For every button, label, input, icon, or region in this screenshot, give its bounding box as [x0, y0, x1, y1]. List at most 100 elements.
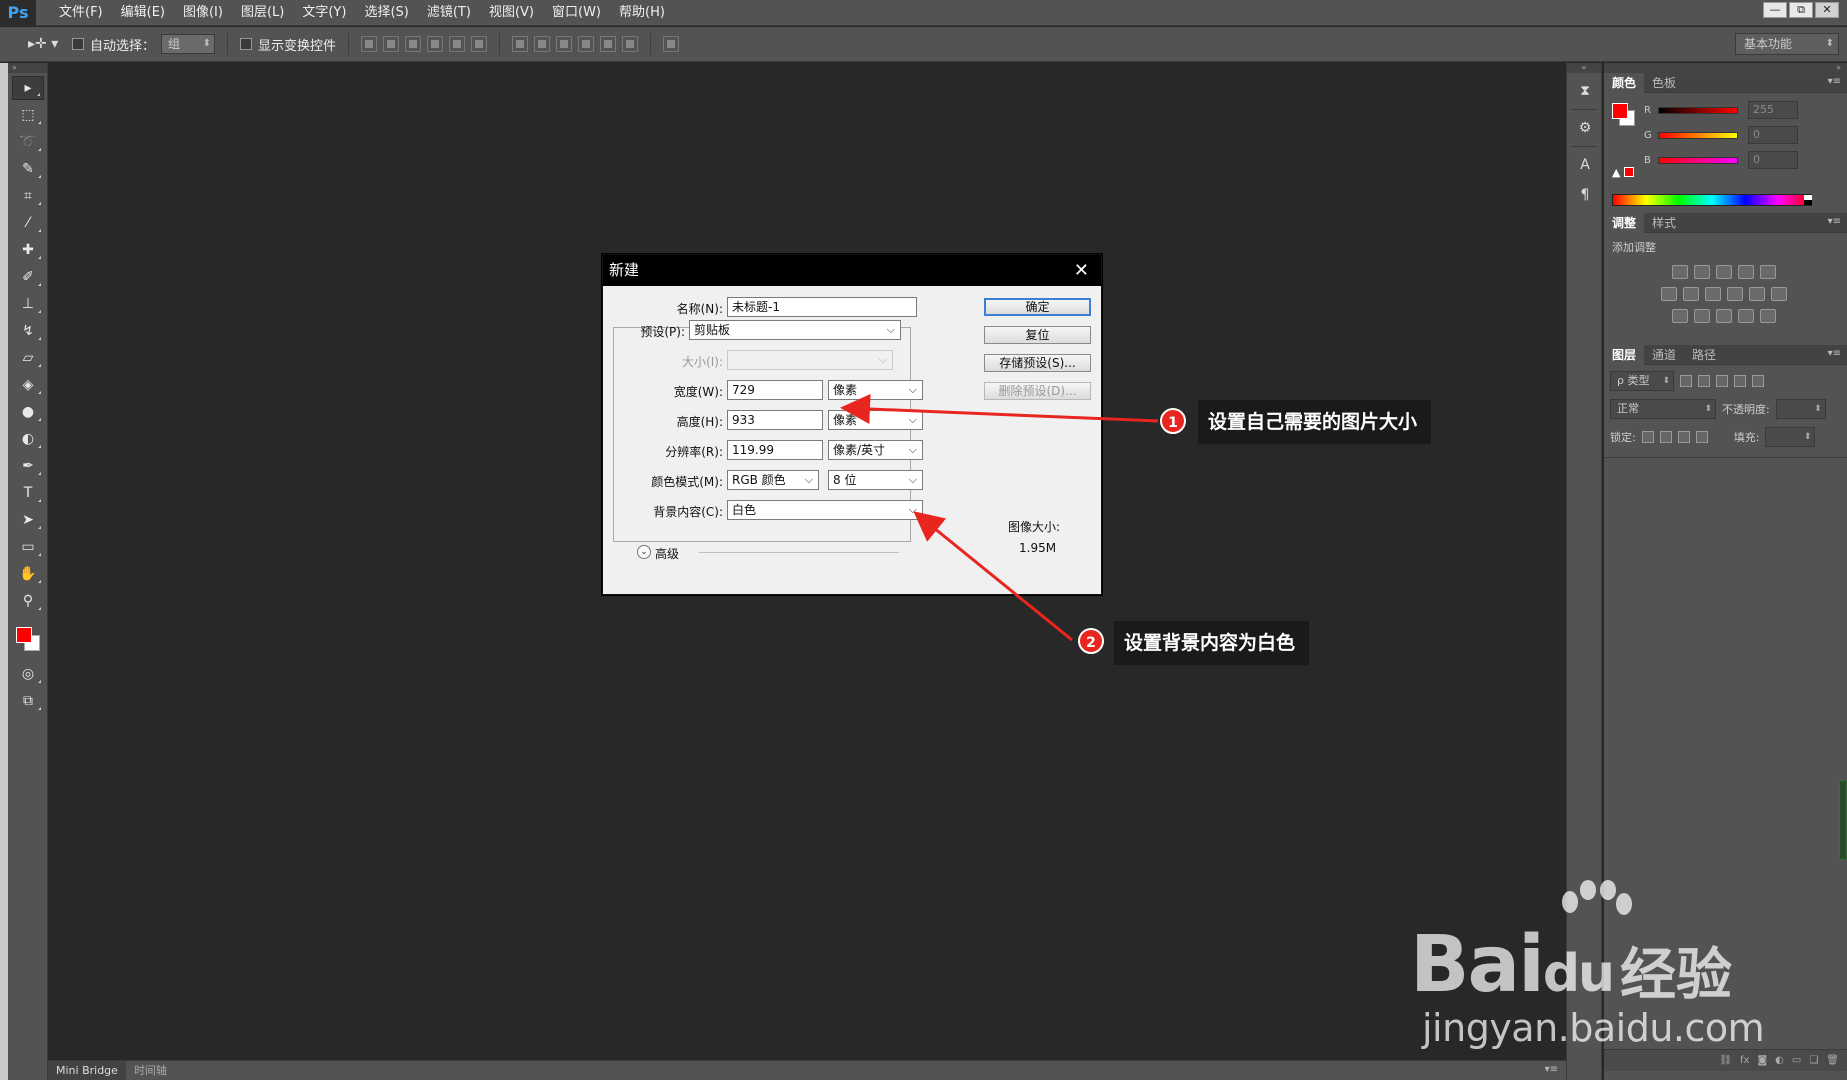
menu-file[interactable]: 文件(F): [50, 0, 112, 26]
gamut-color-swatch[interactable]: [1624, 167, 1634, 177]
distribute-bottom-icon[interactable]: [556, 36, 573, 52]
advanced-label[interactable]: 高级: [655, 545, 679, 562]
pen-tool-icon[interactable]: ✒: [12, 454, 44, 478]
filter-shape-icon[interactable]: [1734, 375, 1746, 387]
menu-filter[interactable]: 滤镜(T): [418, 0, 480, 26]
bit-depth-dropdown[interactable]: 8 位 ⌵: [828, 470, 923, 490]
layer-style-icon[interactable]: fx: [1740, 1055, 1749, 1066]
minimize-button[interactable]: —: [1763, 2, 1787, 18]
clone-stamp-tool-icon[interactable]: ⊥: [12, 292, 44, 316]
auto-align-icon[interactable]: [663, 36, 680, 52]
lock-image-icon[interactable]: [1659, 431, 1672, 443]
advanced-toggle-icon[interactable]: ⌄: [637, 545, 651, 559]
delete-layer-icon[interactable]: 🗑: [1826, 1055, 1839, 1066]
auto-select-checkbox[interactable]: [72, 38, 84, 50]
new-adjustment-icon[interactable]: ◐: [1775, 1055, 1784, 1066]
tab-channels[interactable]: 通道: [1644, 345, 1684, 365]
rectangle-tool-icon[interactable]: ▭: [12, 535, 44, 559]
panel-grip-icon[interactable]: »: [8, 63, 47, 73]
height-field[interactable]: 933: [727, 410, 823, 430]
brush-tool-icon[interactable]: ✐: [12, 265, 44, 289]
blue-value-field[interactable]: 0: [1748, 151, 1798, 169]
menu-select[interactable]: 选择(S): [355, 0, 417, 26]
brightness-icon[interactable]: [1672, 265, 1688, 279]
resolution-unit-dropdown[interactable]: 像素/英寸 ⌵: [828, 440, 923, 460]
filter-smart-icon[interactable]: [1752, 375, 1764, 387]
align-bottom-icon[interactable]: [405, 36, 422, 52]
collapse-grip-icon[interactable]: »: [1604, 63, 1847, 73]
tab-swatches[interactable]: 色板: [1644, 73, 1684, 93]
character-panel-icon[interactable]: A: [1572, 153, 1598, 177]
close-window-button[interactable]: ✕: [1815, 2, 1839, 18]
workspace-dropdown[interactable]: 基本功能: [1735, 33, 1839, 55]
tab-paths[interactable]: 路径: [1684, 345, 1724, 365]
lock-position-icon[interactable]: [1677, 431, 1690, 443]
tab-timeline[interactable]: 时间轴: [126, 1061, 175, 1080]
zoom-tool-icon[interactable]: ⚲: [12, 589, 44, 613]
add-mask-icon[interactable]: ◙: [1757, 1055, 1767, 1066]
crop-tool-icon[interactable]: ⌗: [12, 184, 44, 208]
color-mode-dropdown[interactable]: RGB 颜色 ⌵: [727, 470, 819, 490]
filter-adjustment-icon[interactable]: [1698, 375, 1710, 387]
paint-bucket-tool-icon[interactable]: ◈: [12, 373, 44, 397]
background-content-dropdown[interactable]: 白色 ⌵: [727, 500, 923, 520]
red-value-field[interactable]: 255: [1748, 101, 1798, 119]
lasso-tool-icon[interactable]: ➰: [12, 130, 44, 154]
distribute-top-icon[interactable]: [512, 36, 529, 52]
restore-button[interactable]: ⧉: [1789, 2, 1813, 18]
panel-menu-icon[interactable]: ▾≡: [1828, 216, 1841, 227]
ok-button[interactable]: 确定: [984, 298, 1091, 316]
eraser-tool-icon[interactable]: ▱: [12, 346, 44, 370]
paragraph-panel-icon[interactable]: ¶: [1572, 183, 1598, 207]
distribute-left-icon[interactable]: [578, 36, 595, 52]
distribute-vcenter-icon[interactable]: [534, 36, 551, 52]
color-balance-icon[interactable]: [1683, 287, 1699, 301]
new-layer-icon[interactable]: ❏: [1809, 1055, 1818, 1066]
eyedropper-tool-icon[interactable]: ⁄: [12, 211, 44, 235]
name-field[interactable]: 未标题-1: [727, 297, 917, 317]
black-swatch[interactable]: [1804, 200, 1812, 205]
tab-styles[interactable]: 样式: [1644, 213, 1684, 233]
hue-saturation-icon[interactable]: [1661, 287, 1677, 301]
quick-select-tool-icon[interactable]: ✎: [12, 157, 44, 181]
history-panel-icon[interactable]: ⧗: [1572, 79, 1598, 103]
screen-mode-icon[interactable]: ⧉: [12, 689, 44, 713]
healing-brush-tool-icon[interactable]: ✚: [12, 238, 44, 262]
tab-color[interactable]: 颜色: [1604, 72, 1645, 93]
photo-filter-icon[interactable]: [1727, 287, 1743, 301]
menu-image[interactable]: 图像(I): [174, 0, 232, 26]
blur-tool-icon[interactable]: ●: [12, 400, 44, 424]
properties-panel-icon[interactable]: ⚙: [1572, 116, 1598, 140]
lock-transparent-icon[interactable]: [1641, 431, 1654, 443]
tab-mini-bridge[interactable]: Mini Bridge: [48, 1060, 126, 1080]
color-swatches[interactable]: [12, 623, 44, 659]
resolution-field[interactable]: 119.99: [727, 440, 823, 460]
opacity-field[interactable]: [1775, 399, 1826, 419]
dodge-tool-icon[interactable]: ◐: [12, 427, 44, 451]
collapse-grip-icon[interactable]: «: [1567, 63, 1601, 73]
selective-color-icon[interactable]: [1738, 309, 1754, 323]
foreground-color-swatch[interactable]: [16, 627, 32, 643]
curves-icon[interactable]: [1716, 265, 1732, 279]
gradient-map-icon[interactable]: [1760, 309, 1776, 323]
color-lookup-icon[interactable]: [1771, 287, 1787, 301]
hand-tool-icon[interactable]: ✋: [12, 562, 44, 586]
move-tool-preset-icon[interactable]: ▸✛ ▾: [28, 33, 66, 55]
fill-field[interactable]: [1765, 427, 1816, 447]
width-unit-dropdown[interactable]: 像素 ⌵: [828, 380, 923, 400]
menu-window[interactable]: 窗口(W): [543, 0, 610, 26]
menu-type[interactable]: 文字(Y): [293, 0, 355, 26]
menu-help[interactable]: 帮助(H): [610, 0, 674, 26]
blend-mode-dropdown[interactable]: 正常: [1610, 399, 1716, 419]
red-slider[interactable]: [1658, 106, 1738, 114]
close-icon[interactable]: ✕: [1074, 255, 1089, 286]
width-field[interactable]: 729: [727, 380, 823, 400]
exposure-icon[interactable]: [1738, 265, 1754, 279]
panel-menu-icon[interactable]: ▾≡: [1545, 1064, 1558, 1075]
layer-kind-filter[interactable]: ρ 类型: [1610, 371, 1674, 391]
foreground-color-swatch[interactable]: [1612, 103, 1628, 119]
align-hcenter-icon[interactable]: [449, 36, 466, 52]
panel-menu-icon[interactable]: ▾≡: [1828, 348, 1841, 359]
threshold-icon[interactable]: [1716, 309, 1732, 323]
show-transform-checkbox[interactable]: [240, 38, 253, 50]
